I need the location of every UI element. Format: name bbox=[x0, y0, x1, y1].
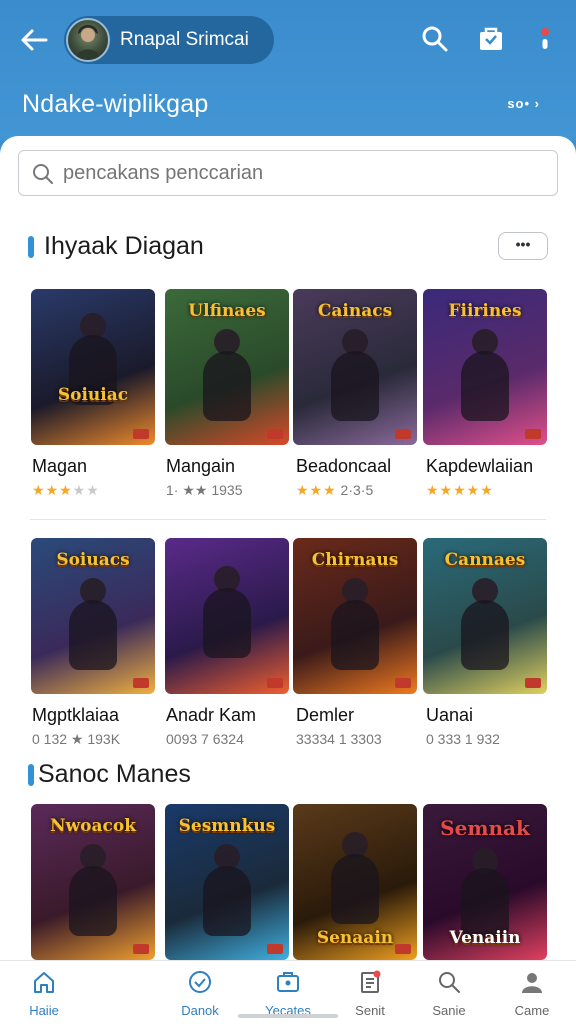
game-title: Mgptklaiaa bbox=[32, 705, 120, 725]
game-title: Demler bbox=[296, 705, 355, 725]
home-icon bbox=[34, 972, 54, 993]
divider bbox=[30, 519, 546, 520]
game-card-magan[interactable]: Soiuiac bbox=[31, 289, 155, 445]
search-input[interactable] bbox=[63, 151, 543, 195]
nav-danok[interactable]: Danok bbox=[156, 961, 244, 1024]
app-header: Rnapal Srimcai Ndake-wiplikgap so• › bbox=[0, 0, 576, 140]
game-card-mangain[interactable]: Ulfinaes bbox=[165, 289, 289, 445]
nav-senit[interactable]: Senit bbox=[326, 961, 414, 1024]
game-card-mgptklaiaa[interactable]: Soiuacs bbox=[31, 538, 155, 694]
game-title: Kapdewlaiian bbox=[426, 456, 534, 476]
game-card-nwoacok[interactable]: Nwoacok bbox=[31, 804, 155, 960]
nav-came[interactable]: Came bbox=[488, 961, 576, 1024]
game-title: Beadoncaal bbox=[296, 456, 392, 476]
section-accent bbox=[28, 236, 34, 258]
game-title: Magan bbox=[32, 456, 88, 476]
check-circle-icon bbox=[189, 971, 211, 993]
game-title: Uanai bbox=[426, 705, 474, 725]
game-card-semnak[interactable]: Semnak Venaiin bbox=[423, 804, 547, 960]
avatar bbox=[66, 18, 110, 62]
game-stats: 1· ★★ 1935 bbox=[166, 482, 243, 498]
section-title: Ihyaak Diagan bbox=[44, 232, 204, 260]
search-icon[interactable] bbox=[420, 24, 450, 54]
profile-icon bbox=[522, 973, 542, 993]
game-card-kapdewlaiian[interactable]: Fiirines bbox=[423, 289, 547, 445]
search-icon bbox=[439, 972, 460, 993]
user-name: Rnapal Srimcai bbox=[120, 29, 249, 50]
page-title: Ndake-wiplikgap bbox=[22, 90, 209, 118]
game-stats: 0 132 ★ 193K bbox=[32, 731, 121, 747]
section-accent bbox=[28, 764, 34, 786]
game-title: Mangain bbox=[166, 456, 236, 476]
search-icon bbox=[33, 164, 53, 184]
back-arrow-icon[interactable] bbox=[16, 22, 52, 58]
section-title: Sanoc Manes bbox=[38, 760, 191, 788]
search-bar[interactable] bbox=[18, 150, 558, 196]
user-profile-pill[interactable]: Rnapal Srimcai bbox=[64, 16, 274, 64]
game-card-demler[interactable]: Chirnaus bbox=[293, 538, 417, 694]
briefcase-icon bbox=[277, 972, 299, 992]
game-card-senaain[interactable]: Senaain bbox=[293, 804, 417, 960]
more-options-button[interactable]: ••• bbox=[498, 232, 548, 260]
document-icon bbox=[361, 970, 381, 993]
game-stats: 0093 7 6324 bbox=[166, 731, 244, 747]
game-stats: 0 333 1 932 bbox=[426, 731, 500, 747]
content-panel: Ihyaak Diagan ••• Soiuiac Ulfinaes Caina… bbox=[0, 136, 576, 960]
nav-home[interactable]: Haiie bbox=[0, 961, 88, 1024]
game-card-anadr-kam[interactable] bbox=[165, 538, 289, 694]
nav-sanie[interactable]: Sanie bbox=[405, 961, 493, 1024]
home-indicator bbox=[238, 1014, 338, 1018]
notification-dot-icon[interactable] bbox=[532, 24, 562, 54]
game-stats: 33334 1 3303 bbox=[296, 731, 382, 747]
cart-icon[interactable] bbox=[476, 24, 506, 54]
see-more-link[interactable]: so• › bbox=[507, 96, 540, 111]
game-title: Anadr Kam bbox=[166, 705, 257, 725]
game-card-beadoncaal[interactable]: Cainacs bbox=[293, 289, 417, 445]
star-rating: ★★★★★ bbox=[32, 482, 100, 498]
game-card-uanai[interactable]: Cannaes bbox=[423, 538, 547, 694]
game-card-sesmnkus[interactable]: Sesmnkus bbox=[165, 804, 289, 960]
star-rating: ★★★★★ bbox=[426, 482, 494, 498]
star-rating: ★★★ 2·3·5 bbox=[296, 482, 374, 498]
